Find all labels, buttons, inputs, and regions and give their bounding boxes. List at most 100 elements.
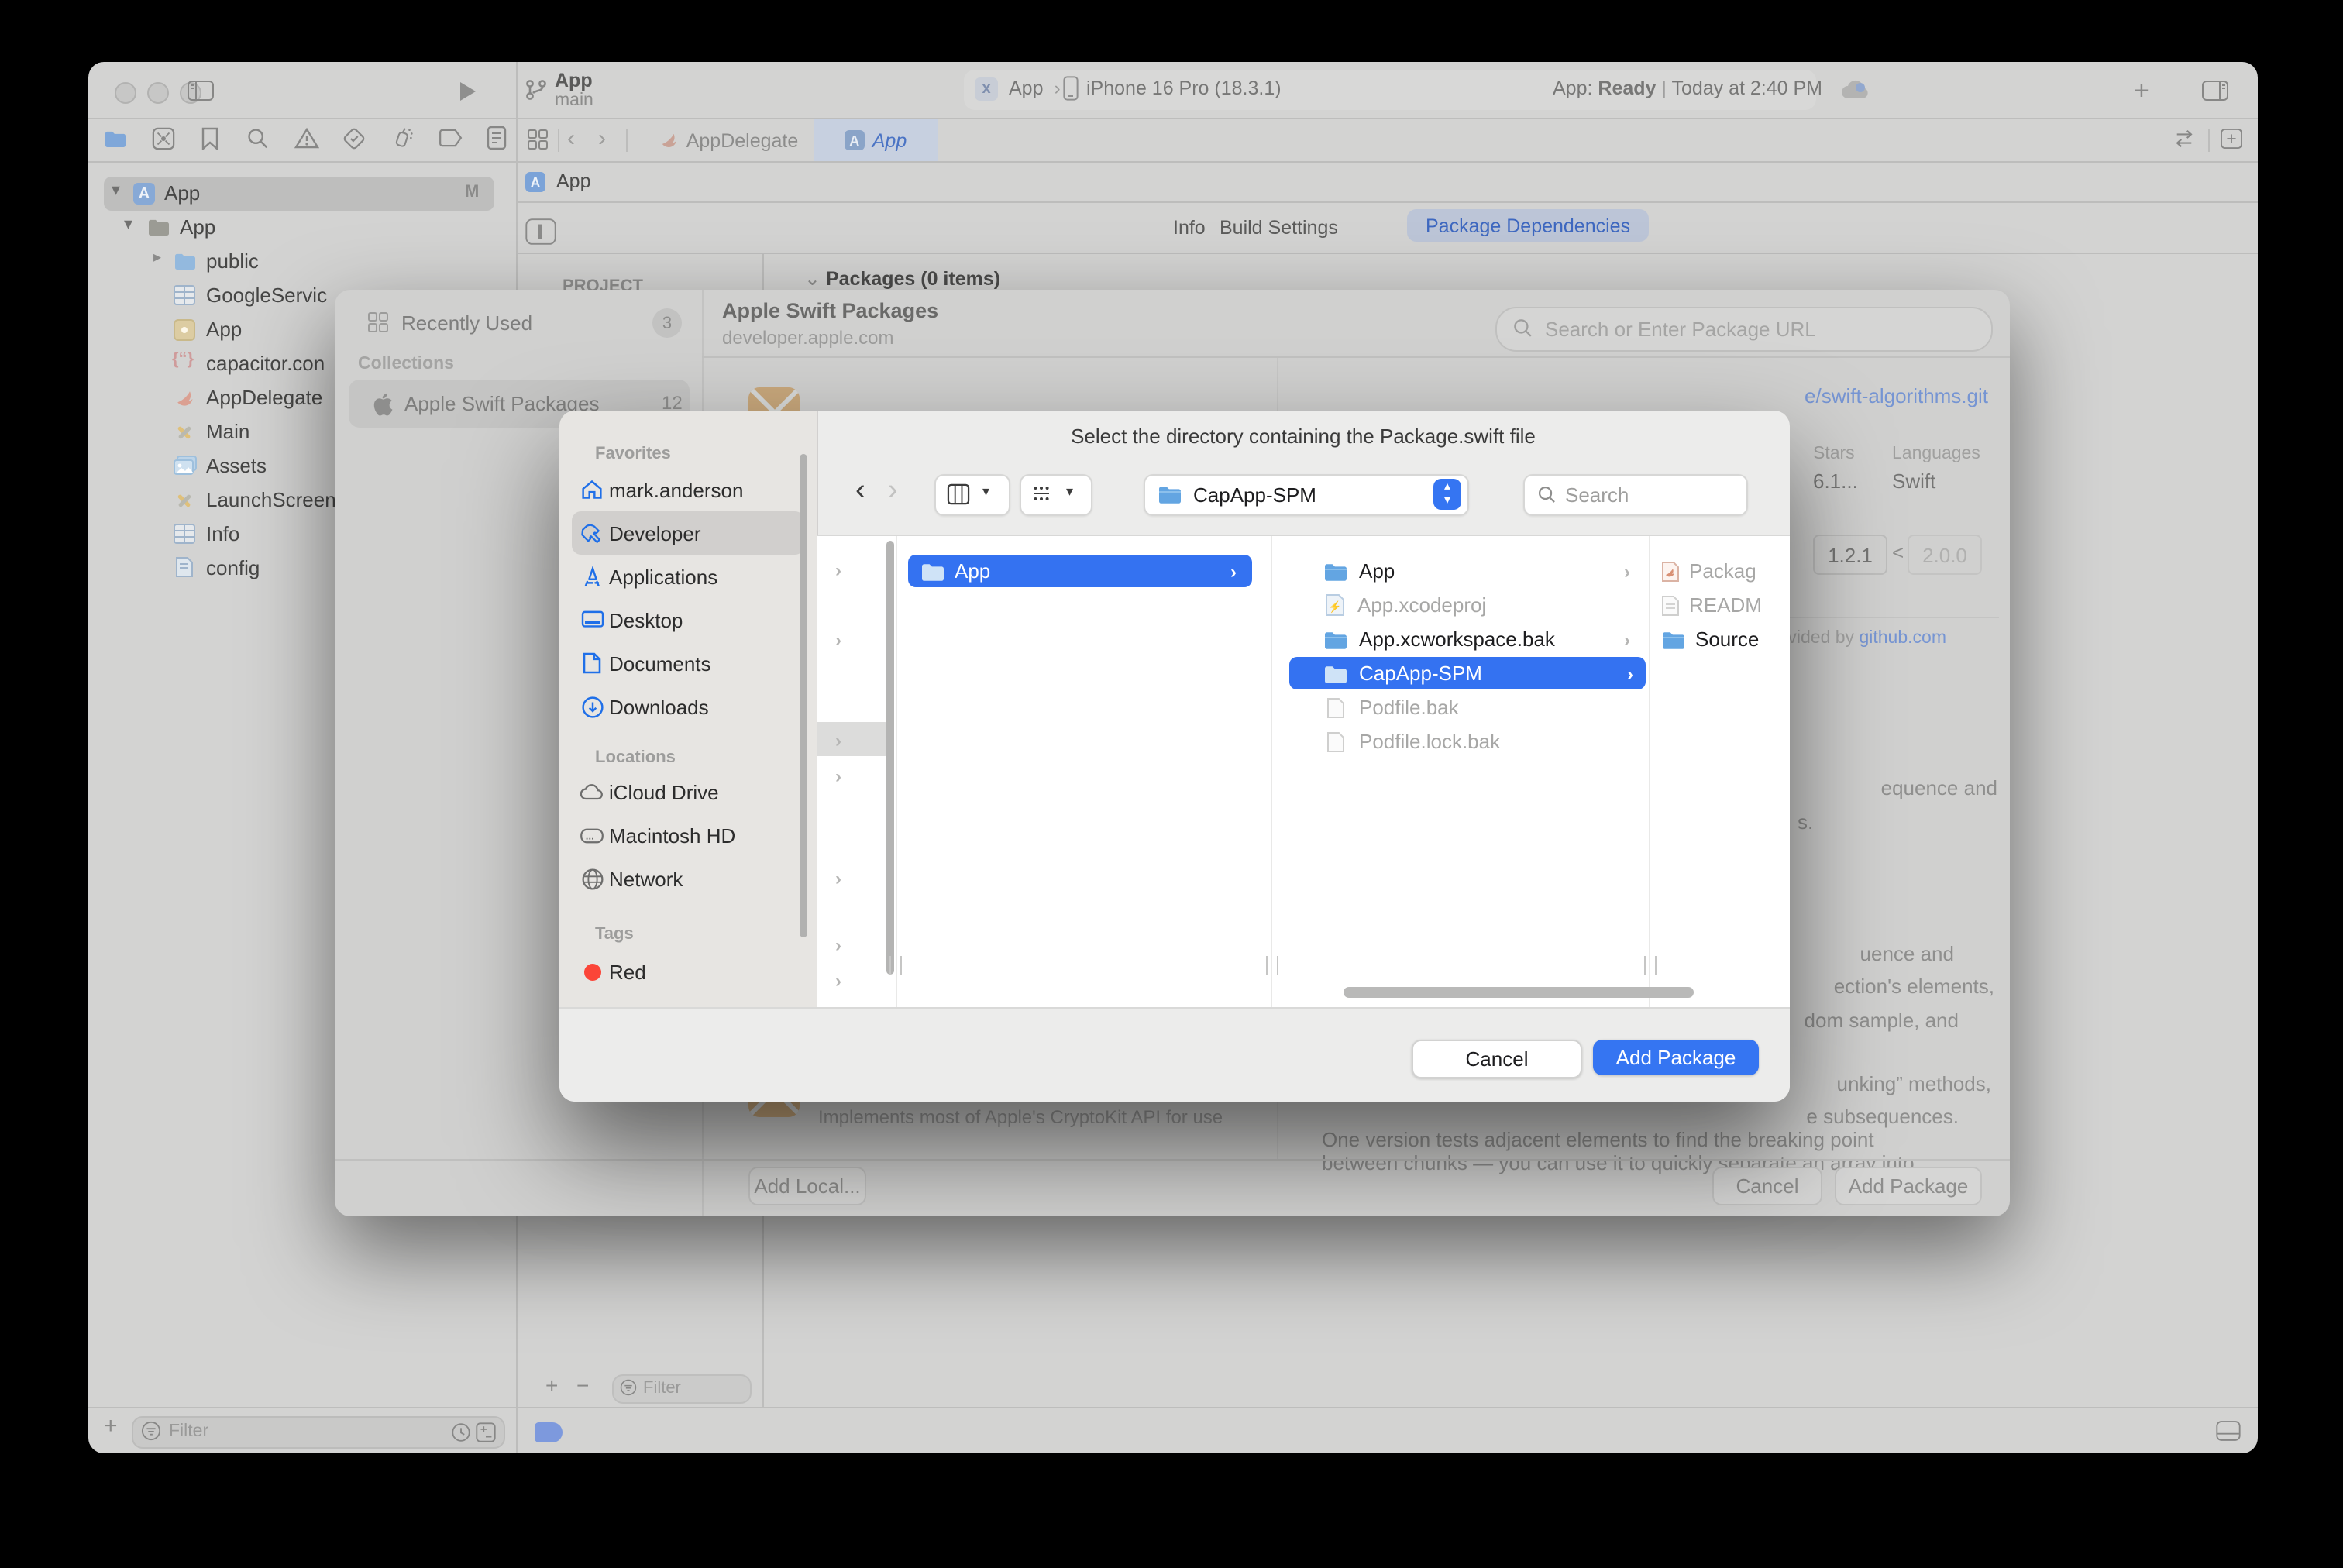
modified-badge: M — [465, 183, 479, 201]
forward-icon[interactable]: › — [598, 126, 606, 152]
editor-bottombar-icon[interactable] — [2216, 1421, 2241, 1441]
column2-row-app[interactable]: App › — [1283, 555, 1649, 587]
source-control-navigator-icon[interactable] — [152, 127, 175, 150]
navigator-filter-field[interactable]: Filter — [132, 1416, 505, 1449]
tab-package-dependencies[interactable]: Package Dependencies — [1407, 209, 1649, 242]
editor-filter-field[interactable]: Filter — [612, 1374, 752, 1404]
column3-row-package[interactable]: Packag — [1655, 555, 1790, 587]
breadcrumb[interactable]: App — [556, 170, 591, 192]
column2-row-xcworkspace[interactable]: App.xcworkspace.bak › — [1283, 623, 1649, 655]
tab-overview-icon[interactable] — [527, 129, 549, 150]
column2-row-capapp-spm[interactable]: CapApp-SPM › — [1289, 657, 1646, 689]
group-button[interactable]: ▾ — [1020, 474, 1092, 516]
recently-used-row[interactable]: Recently Used 3 — [335, 302, 702, 344]
column-scrollbar[interactable] — [886, 541, 893, 975]
column3-row-readme[interactable]: READM — [1655, 589, 1790, 621]
sidebar-scrollbar[interactable] — [800, 454, 807, 937]
destination-app[interactable]: App › — [1009, 77, 1061, 99]
sidebar-toggle-icon[interactable] — [188, 81, 214, 101]
back-button[interactable]: ‹ — [855, 474, 865, 508]
picker-search-field[interactable]: Search — [1523, 474, 1748, 516]
close-button[interactable] — [115, 82, 136, 104]
column-resize-handle[interactable] — [1266, 956, 1278, 975]
sidebar-item-applications[interactable]: Applications — [575, 558, 804, 595]
grid-icon — [367, 311, 389, 333]
column2-row-podfile-lock-bak[interactable]: Podfile.lock.bak — [1283, 725, 1649, 758]
folder-icon — [1661, 628, 1686, 650]
sidebar-item-desktop[interactable]: Desktop — [575, 601, 804, 638]
forward-button[interactable]: › — [888, 474, 898, 508]
test-navigator-icon[interactable] — [342, 127, 366, 150]
plist-icon — [174, 524, 195, 544]
parent-selected-row[interactable] — [817, 722, 893, 756]
package-search-field[interactable]: Search or Enter Package URL — [1495, 307, 1993, 352]
find-navigator-icon[interactable] — [246, 127, 270, 150]
plusminus-icon[interactable] — [476, 1422, 496, 1442]
add-file-icon[interactable]: + — [104, 1413, 118, 1439]
column-resize-handle[interactable] — [1644, 956, 1657, 975]
back-icon[interactable]: ‹ — [567, 126, 575, 152]
column-resize-handle[interactable] — [889, 956, 902, 975]
minimize-button[interactable] — [147, 82, 169, 104]
issue-navigator-icon[interactable] — [294, 127, 319, 149]
disclosure-icon[interactable]: ▾ — [112, 180, 120, 200]
minimap-options-icon[interactable] — [525, 218, 556, 245]
storyboard-icon — [174, 421, 195, 443]
packages-header[interactable]: ⌄ Packages (0 items) — [804, 266, 1000, 290]
sidebar-item-home[interactable]: mark.anderson — [575, 471, 804, 508]
tree-row[interactable]: ▸ public — [88, 245, 516, 279]
picker-add-package-button[interactable]: Add Package — [1593, 1040, 1759, 1075]
debug-navigator-icon[interactable] — [392, 126, 415, 150]
tree-row-project[interactable]: ▾ A App M — [104, 177, 494, 211]
horizontal-scrollbar[interactable] — [1344, 987, 1694, 998]
view-mode-button[interactable]: ▾ — [934, 474, 1010, 516]
jump-bar: A App — [516, 163, 2258, 201]
sidebar-item-icloud[interactable]: iCloud Drive — [575, 773, 804, 810]
bookmark-navigator-icon[interactable] — [201, 127, 218, 150]
tree-row[interactable]: ▾ App — [88, 211, 516, 245]
github-link[interactable]: github.com — [1859, 629, 1946, 648]
picker-cancel-button[interactable]: Cancel — [1412, 1040, 1582, 1078]
folder-dropdown[interactable]: CapApp-SPM ▴▾ — [1144, 474, 1469, 516]
column3-row-sources[interactable]: Source — [1655, 623, 1790, 655]
breakpoint-navigator-icon[interactable] — [439, 129, 463, 147]
add-editor-icon[interactable] — [2221, 129, 2242, 149]
scheme-name[interactable]: App — [555, 70, 593, 91]
description-fragment: e subsequences. — [1806, 1105, 1959, 1128]
sidebar-item-developer-selected[interactable]: Developer — [572, 511, 804, 555]
add-target-icon[interactable]: + — [545, 1373, 558, 1398]
sidebar-item-documents[interactable]: Documents — [575, 645, 804, 682]
package-url-link[interactable]: e/swift-algorithms.git — [1805, 384, 1988, 407]
search-icon — [1537, 485, 1557, 505]
run-button[interactable] — [460, 82, 476, 101]
column2-row-xcodeproj[interactable]: ⚡ App.xcodeproj — [1283, 589, 1649, 621]
destination-device[interactable]: iPhone 16 Pro (18.3.1) — [1086, 77, 1282, 99]
report-navigator-icon[interactable] — [487, 126, 507, 150]
add-local-button[interactable]: Add Local... — [748, 1167, 866, 1205]
sidebar-item-macintosh-hd[interactable]: Macintosh HD — [575, 817, 804, 854]
dialog-title: Apple Swift Packages — [722, 299, 938, 322]
swap-editor-icon[interactable] — [2173, 129, 2196, 149]
library-add-icon[interactable]: + — [2134, 76, 2149, 107]
version-max-field[interactable]: 2.0.0 — [1908, 535, 1982, 575]
column1-row-app[interactable]: App › — [908, 555, 1252, 587]
version-min-field[interactable]: 1.2.1 — [1813, 535, 1887, 575]
dialog-cancel-button[interactable]: Cancel — [1712, 1167, 1822, 1205]
sidebar-item-tag-red[interactable]: Red — [575, 953, 804, 990]
sidebar-item-downloads[interactable]: Downloads — [575, 688, 804, 725]
document-icon — [575, 652, 609, 674]
clock-icon[interactable] — [451, 1422, 471, 1442]
stepper-icon: ▴▾ — [1433, 479, 1461, 510]
project-navigator-icon[interactable] — [104, 129, 127, 149]
dialog-add-package-button[interactable]: Add Package — [1835, 1167, 1982, 1205]
inspector-toggle-icon[interactable] — [2202, 81, 2228, 101]
tab-appdelegate[interactable]: AppDelegate — [640, 119, 817, 161]
remove-target-icon[interactable]: − — [576, 1373, 589, 1398]
tab-build-settings[interactable]: Build Settings — [1220, 217, 1338, 239]
sidebar-item-network[interactable]: Network — [575, 860, 804, 897]
tab-app-active[interactable]: A App — [814, 119, 938, 161]
description-fragment: ection's elements, — [1834, 975, 1994, 998]
column2-row-podfile-bak[interactable]: Podfile.bak — [1283, 691, 1649, 724]
scheme-branch[interactable]: main — [555, 91, 593, 110]
tab-info[interactable]: Info — [1173, 217, 1206, 239]
